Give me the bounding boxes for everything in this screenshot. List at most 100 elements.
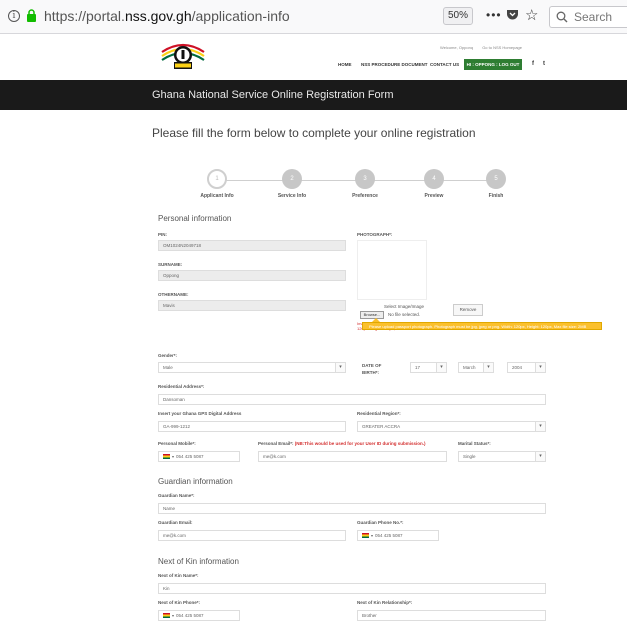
chevron-down-icon: ▾ — [535, 452, 545, 461]
kin-section-title: Next of Kin information — [158, 557, 239, 566]
gender-select[interactable]: Male ▾ — [158, 362, 346, 373]
address-bar[interactable]: https://portal.nss.gov.gh/application-in… — [44, 8, 290, 24]
facebook-icon[interactable]: f — [532, 61, 534, 67]
region-value: GREATER ACCRA — [362, 424, 401, 429]
welcome-link[interactable]: Welcome, Opponq — [440, 45, 473, 50]
guardian-section-title: Guardian information — [158, 477, 233, 486]
ghana-flag-icon — [163, 454, 170, 460]
chevron-down-icon: ▾ — [535, 363, 545, 372]
no-file-text: No file selected. — [388, 312, 421, 317]
gender-label: Gender*: — [158, 353, 178, 358]
remove-photo-button[interactable]: Remove — [453, 304, 483, 316]
mobile-field[interactable]: ▾ 054 425 5087 — [158, 451, 240, 462]
nav-home[interactable]: HOME — [338, 62, 352, 67]
dob-month-select[interactable]: March ▾ — [458, 362, 494, 373]
step-1-circle: 1 — [207, 169, 227, 189]
guardian-phone-label: Guardian Phone No.*: — [357, 520, 404, 525]
chevron-down-icon: ▾ — [335, 363, 345, 372]
step-5-label: Finish — [488, 193, 504, 199]
region-select[interactable]: GREATER ACCRA ▾ — [357, 421, 546, 432]
surname-field[interactable]: Oppong — [158, 270, 346, 281]
dob-label-line2: BIRTH*: — [362, 370, 379, 375]
kin-name-field[interactable]: Kin — [158, 583, 546, 594]
photograph-label: PHOTOGRAPH*: — [357, 232, 393, 237]
email-label: Personal Email*: (NB:This would be used … — [258, 441, 426, 446]
ghana-flag-icon — [163, 613, 170, 619]
chevron-down-icon: ▾ — [436, 363, 446, 372]
step-2-label: Service Info — [277, 193, 307, 199]
pin-field[interactable]: OM1024N2049718 — [158, 240, 346, 251]
mobile-value: 054 425 5087 — [176, 454, 204, 459]
othername-label: OTHERNAME: — [158, 292, 189, 297]
email-note: (NB:This would be used for your User ID … — [294, 441, 426, 446]
step-3-label: Preference — [352, 193, 378, 199]
lock-icon — [27, 9, 36, 22]
page-title: Ghana National Service Online Registrati… — [152, 89, 394, 101]
ghana-flag-icon — [362, 533, 369, 539]
gps-label: Insert your Ghana GPS Digital Address — [158, 411, 242, 416]
guardian-name-label: Guardian Name*: — [158, 493, 195, 498]
top-links: Welcome, Opponq Go to NSS Homepage — [440, 45, 530, 50]
marital-label: Marital Status*: — [458, 441, 491, 446]
kin-name-label: Next of Kin Name*: — [158, 573, 199, 578]
logout-button[interactable]: HI : OPPONG : LOG OUT — [464, 59, 522, 70]
address-field[interactable]: Dansoman — [158, 394, 546, 405]
personal-section-title: Personal information — [158, 214, 232, 223]
search-placeholder: Search — [574, 10, 613, 24]
region-label: Residential Region*: — [357, 411, 401, 416]
kin-phone-label: Next of Kin Phone*: — [158, 600, 201, 605]
marital-select[interactable]: Single ▾ — [458, 451, 546, 462]
kin-relationship-label: Next of Kin Relationship*: — [357, 600, 413, 605]
kin-phone-value: 054 425 5087 — [176, 613, 204, 618]
guardian-phone-field[interactable]: ▾ 054 425 5087 — [357, 530, 439, 541]
title-banner: Ghana National Service Online Registrati… — [0, 80, 627, 110]
step-1-label: Applicant Info — [200, 193, 234, 199]
kin-phone-field[interactable]: ▾ 054 425 5087 — [158, 610, 240, 621]
pocket-icon[interactable] — [506, 9, 519, 21]
search-icon — [556, 11, 568, 23]
chevron-down-icon: ▾ — [535, 422, 545, 431]
kin-relationship-field[interactable]: Brother — [357, 610, 546, 621]
pin-label: PIN: — [158, 232, 167, 237]
flag-caret-icon: ▾ — [371, 533, 374, 538]
marital-value: Single — [463, 454, 476, 459]
dob-month-value: March — [463, 365, 476, 370]
email-label-text: Personal Email*: — [258, 441, 294, 446]
gps-field[interactable]: GA-999-1212 — [158, 421, 346, 432]
flag-caret-icon: ▾ — [172, 454, 175, 459]
guardian-email-field[interactable]: me@k.com — [158, 530, 346, 541]
dob-day-select[interactable]: 17 ▾ — [410, 362, 447, 373]
twitter-icon[interactable]: t — [543, 61, 545, 67]
step-4-label: Preview — [424, 193, 444, 199]
step-2-circle: 2 — [282, 169, 302, 189]
guardian-name-field[interactable]: Name — [158, 503, 546, 514]
email-field[interactable]: me@k.com — [258, 451, 447, 462]
photo-preview — [357, 240, 427, 300]
page-actions-icon[interactable]: ••• — [486, 8, 502, 22]
dob-year-select[interactable]: 2004 ▾ — [507, 362, 546, 373]
homepage-link[interactable]: Go to NSS Homepage — [482, 45, 522, 50]
nav-procedure-document[interactable]: NSS PROCEDURE DOCUMENT — [361, 62, 428, 67]
info-icon[interactable]: i — [8, 10, 20, 22]
mobile-label: Personal Mobile*: — [158, 441, 196, 446]
dob-year-value: 2004 — [512, 365, 523, 370]
gender-value: Male — [163, 365, 173, 370]
zoom-indicator[interactable]: 50% — [443, 7, 473, 25]
browser-toolbar: i https://portal.nss.gov.gh/application-… — [0, 0, 627, 34]
step-3-circle: 3 — [355, 169, 375, 189]
dob-label-line1: DATE OF — [362, 363, 382, 368]
intro-text: Please fill the form below to complete y… — [152, 126, 476, 140]
nss-logo[interactable] — [160, 40, 206, 72]
photo-tooltip: Please upload passport photograph. Photo… — [362, 322, 602, 330]
bookmark-star-icon[interactable]: ☆ — [525, 6, 538, 24]
address-label: Residential Address*: — [158, 384, 205, 389]
othername-field[interactable]: Mavis — [158, 300, 346, 311]
flag-caret-icon: ▾ — [172, 613, 175, 618]
step-4-circle: 4 — [424, 169, 444, 189]
guardian-email-label: Guardian Email: — [158, 520, 193, 525]
nav-contact-us[interactable]: CONTACT US — [430, 62, 459, 67]
guardian-phone-value: 054 425 5087 — [375, 533, 403, 538]
surname-label: SURNAME: — [158, 262, 183, 267]
browser-search-input[interactable]: Search — [549, 6, 627, 28]
chevron-down-icon: ▾ — [483, 363, 493, 372]
